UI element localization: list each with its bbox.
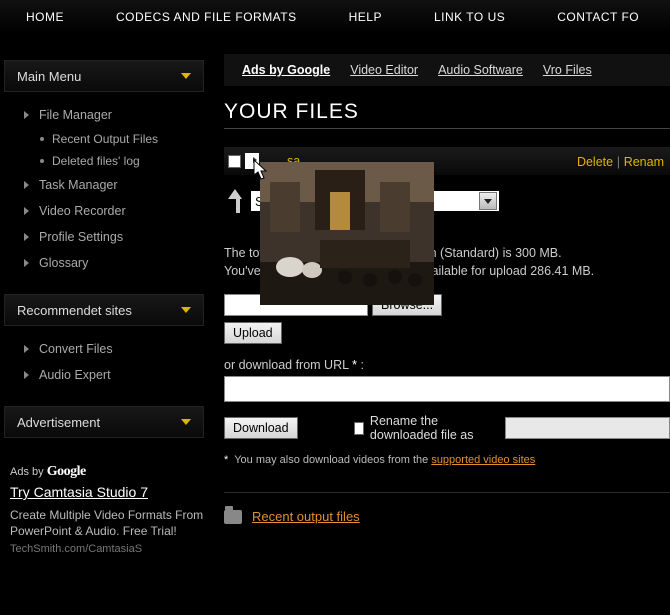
sidebar-subitem-recent-output[interactable]: Recent Output Files	[40, 128, 204, 150]
video-thumbnail[interactable]	[260, 162, 434, 305]
footnote: * You may also download videos from the …	[224, 454, 670, 466]
up-arrow-icon[interactable]	[224, 189, 246, 213]
rename-label: Rename the downloaded file as	[370, 414, 499, 442]
supported-sites-link[interactable]: supported video sites	[431, 454, 535, 466]
mainmenu-list: File Manager Recent Output Files Deleted…	[12, 102, 204, 276]
sidebar-item-video-recorder[interactable]: Video Recorder	[12, 198, 204, 224]
recsites-list: Convert Files Audio Expert	[12, 336, 204, 388]
main-content: Ads by Google Video Editor Audio Softwar…	[210, 34, 670, 555]
sidebar-item-convert-files[interactable]: Convert Files	[12, 336, 204, 362]
ad-lead: Ads by	[10, 466, 44, 478]
nav-codecs[interactable]: CODECS AND FILE FORMATS	[90, 10, 323, 24]
nav-contact[interactable]: CONTACT FO	[531, 10, 665, 24]
sidebar-item-label: File Manager	[39, 108, 112, 122]
ad-url: TechSmith.com/CamtasiaS	[10, 543, 204, 555]
sidebar-item-label: Profile Settings	[39, 230, 123, 244]
triangle-icon	[24, 345, 29, 353]
recent-output-row: Recent output files	[224, 509, 670, 524]
ad-body: Create Multiple Video Formats From Power…	[10, 507, 204, 539]
page-title: YOUR FILES	[224, 100, 670, 124]
upload-button[interactable]: Upload	[224, 322, 282, 344]
advert-title: Advertisement	[17, 415, 100, 430]
sidebar-item-label: Convert Files	[39, 342, 113, 356]
select-all-checkbox[interactable]	[228, 155, 241, 168]
sidebar-subitem-label: Recent Output Files	[52, 132, 158, 146]
chevron-down-icon	[181, 307, 191, 313]
nav-help[interactable]: HELP	[323, 10, 408, 24]
sidebar-item-audio-expert[interactable]: Audio Expert	[12, 362, 204, 388]
top-nav: HOME CODECS AND FILE FORMATS HELP LINK T…	[0, 0, 670, 34]
triangle-icon	[24, 371, 29, 379]
sidebar-item-label: Task Manager	[39, 178, 118, 192]
sidebar-item-label: Glossary	[39, 256, 88, 270]
recsites-header[interactable]: Recommendet sites	[4, 294, 204, 326]
or-download-label: or download from URL * :	[224, 358, 670, 372]
adbar-lead[interactable]: Ads by Google	[242, 63, 330, 77]
sidebar-subitem-label: Deleted files' log	[52, 154, 140, 168]
sidebar-item-task-manager[interactable]: Task Manager	[12, 172, 204, 198]
download-button[interactable]: Download	[224, 417, 298, 439]
ad-title-link[interactable]: Try Camtasia Studio 7	[10, 484, 204, 501]
file-actions: Delete | Renam	[577, 154, 664, 169]
sidebar-item-label: Video Recorder	[39, 204, 126, 218]
download-url-input[interactable]	[224, 376, 670, 402]
file-icon[interactable]	[245, 153, 259, 169]
sidebar-item-glossary[interactable]: Glossary	[12, 250, 204, 276]
nav-link-to-us[interactable]: LINK TO US	[408, 10, 531, 24]
folder-icon	[224, 510, 242, 524]
rename-link[interactable]: Renam	[624, 155, 664, 169]
adbar-link-video-editor[interactable]: Video Editor	[350, 63, 418, 77]
sidebar: Main Menu File Manager Recent Output Fil…	[0, 34, 210, 555]
triangle-icon	[24, 233, 29, 241]
delete-link[interactable]: Delete	[577, 155, 613, 169]
triangle-icon	[24, 111, 29, 119]
triangle-icon	[24, 259, 29, 267]
mainmenu-header[interactable]: Main Menu	[4, 60, 204, 92]
advert-header[interactable]: Advertisement	[4, 406, 204, 438]
rename-input[interactable]	[505, 417, 670, 439]
bullet-icon	[40, 159, 44, 163]
sidebar-item-file-manager[interactable]: File Manager	[12, 102, 204, 128]
sidebar-subitem-deleted-log[interactable]: Deleted files' log	[40, 150, 204, 172]
chevron-down-icon	[181, 419, 191, 425]
adbar: Ads by Google Video Editor Audio Softwar…	[224, 54, 670, 86]
sidebar-item-label: Audio Expert	[39, 368, 111, 382]
divider	[224, 492, 670, 493]
mainmenu-title: Main Menu	[17, 69, 81, 84]
nav-home[interactable]: HOME	[0, 10, 90, 24]
dropdown-button[interactable]	[479, 192, 497, 210]
bullet-icon	[40, 137, 44, 141]
rename-checkbox[interactable]	[354, 422, 364, 435]
recent-output-link[interactable]: Recent output files	[252, 509, 360, 524]
divider	[224, 128, 670, 129]
chevron-down-icon	[484, 199, 492, 204]
adbar-link-vro-files[interactable]: Vro Files	[543, 63, 592, 77]
triangle-icon	[24, 181, 29, 189]
sidebar-ad: Ads by Google Try Camtasia Studio 7 Crea…	[4, 464, 204, 555]
play-icon	[253, 157, 257, 163]
sidebar-item-profile-settings[interactable]: Profile Settings	[12, 224, 204, 250]
adbar-link-audio-software[interactable]: Audio Software	[438, 63, 523, 77]
recsites-title: Recommendet sites	[17, 303, 132, 318]
triangle-icon	[24, 207, 29, 215]
chevron-down-icon	[181, 73, 191, 79]
ad-brand: Google	[47, 464, 86, 479]
pipe: |	[617, 154, 624, 169]
